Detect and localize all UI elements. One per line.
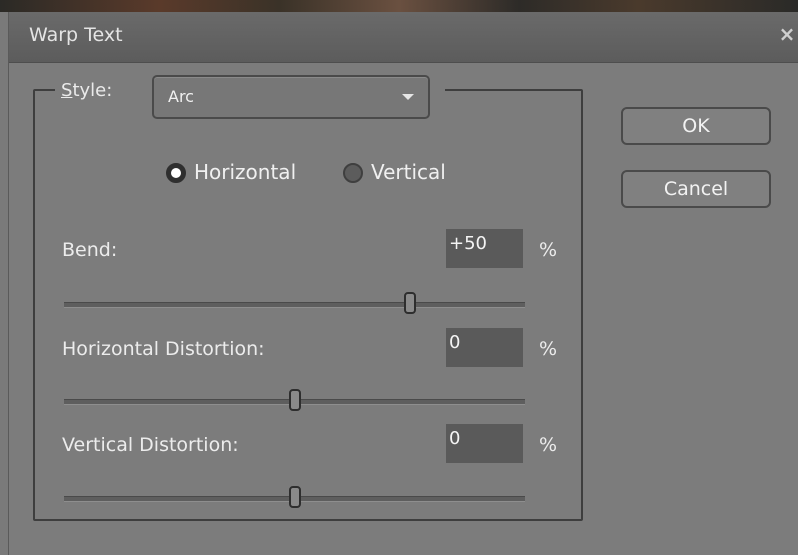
style-label-rest: tyle:	[72, 80, 113, 101]
chevron-down-icon	[402, 94, 414, 100]
horizontal-distortion-input[interactable]	[446, 328, 523, 367]
radio-selected-icon	[166, 163, 186, 183]
style-dropdown[interactable]: Arc	[152, 75, 430, 119]
vertical-distortion-slider-thumb[interactable]	[288, 486, 301, 508]
radio-unselected-icon	[343, 163, 363, 183]
close-icon[interactable]: ×	[777, 22, 797, 46]
dialog-title: Warp Text	[29, 24, 123, 46]
horizontal-radio-label: Horizontal	[194, 160, 297, 184]
horizontal-distortion-slider-thumb[interactable]	[288, 389, 301, 411]
style-label: Style:	[61, 80, 112, 101]
bend-slider-thumb[interactable]	[403, 292, 416, 314]
background-image-strip	[0, 0, 798, 12]
vertical-radio[interactable]: Vertical	[343, 160, 468, 186]
bend-label: Bend:	[62, 239, 118, 261]
vertical-distortion-unit: %	[539, 434, 558, 456]
vertical-distortion-input[interactable]	[446, 424, 523, 463]
style-dropdown-value: Arc	[168, 87, 194, 106]
horizontal-distortion-label: Horizontal Distortion:	[62, 338, 265, 360]
style-label-mnemonic: S	[61, 80, 73, 101]
bend-unit: %	[539, 239, 558, 261]
horizontal-distortion-unit: %	[539, 338, 558, 360]
horizontal-radio[interactable]: Horizontal	[166, 160, 316, 186]
bend-input[interactable]	[446, 229, 523, 268]
cancel-button[interactable]: Cancel	[621, 170, 771, 208]
title-bar: Warp Text ×	[9, 12, 798, 63]
vertical-radio-label: Vertical	[371, 160, 446, 184]
vertical-distortion-label: Vertical Distortion:	[62, 434, 239, 456]
bend-slider-track[interactable]	[64, 302, 525, 308]
ok-button[interactable]: OK	[621, 107, 771, 145]
